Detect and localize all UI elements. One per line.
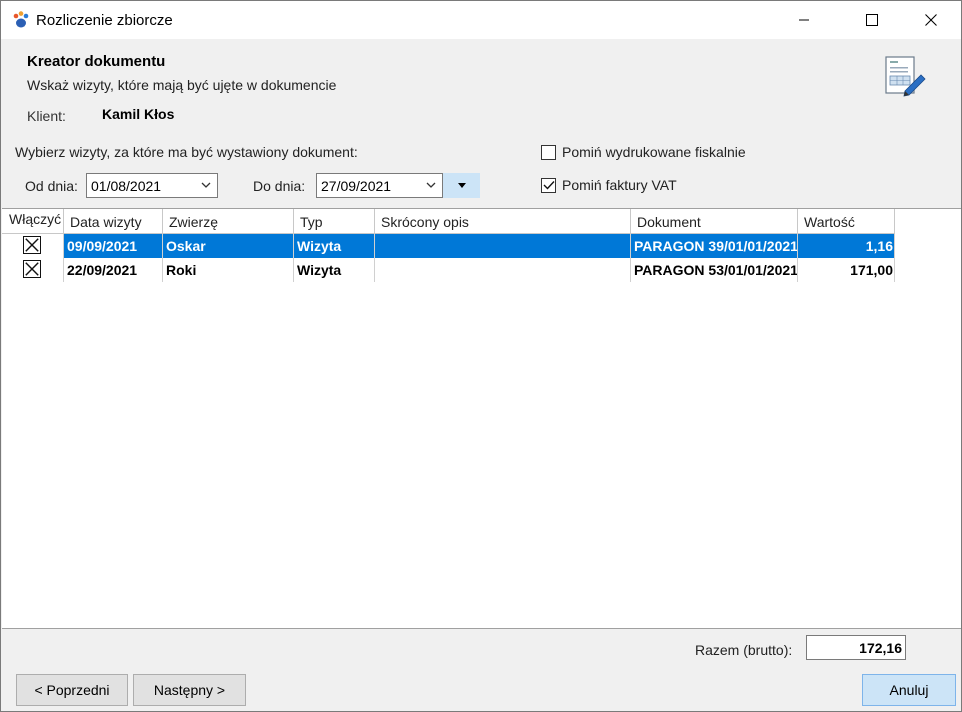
chevron-down-icon[interactable] xyxy=(424,178,438,192)
minimize-icon xyxy=(799,19,809,21)
date-range-dropdown-button[interactable] xyxy=(443,173,480,198)
close-button[interactable] xyxy=(908,1,954,39)
column-type[interactable]: Typ xyxy=(294,209,375,234)
client-label: Klient: xyxy=(27,108,66,124)
checked-x-icon[interactable] xyxy=(23,260,41,278)
visits-grid[interactable]: Włączyć Data wizyty Zwierzę Typ Skrócony… xyxy=(2,208,961,629)
value-cell: 171,00 xyxy=(798,258,895,282)
window-title: Rozliczenie zbiorcze xyxy=(36,12,173,29)
next-button[interactable]: Następny > xyxy=(133,674,246,706)
client-name: Kamil Kłos xyxy=(102,106,175,122)
close-icon xyxy=(925,14,937,26)
skip-fiscal-label: Pomiń wydrukowane fiskalnie xyxy=(562,144,746,160)
animal-cell: Roki xyxy=(163,258,294,282)
visit-date-cell: 09/09/2021 xyxy=(64,234,163,258)
chevron-down-icon[interactable] xyxy=(199,178,213,192)
column-short-description[interactable]: Skrócony opis xyxy=(375,209,631,234)
wizard-subtitle: Wskaż wizyty, które mają być ujęte w dok… xyxy=(27,77,337,93)
column-include[interactable]: Włączyć xyxy=(2,209,64,234)
previous-button[interactable]: < Poprzedni xyxy=(16,674,128,706)
wizard-title: Kreator dokumentu xyxy=(27,53,166,70)
title-bar: Rozliczenie zbiorcze xyxy=(1,1,961,39)
table-row[interactable]: 09/09/2021 Oskar Wizyta PARAGON 39/01/01… xyxy=(2,234,895,258)
column-value[interactable]: Wartość xyxy=(798,209,895,234)
to-date-label: Do dnia: xyxy=(253,178,306,194)
document-cell: PARAGON 53/01/01/2021 xyxy=(631,258,798,282)
value-cell: 1,16 xyxy=(798,234,895,258)
total-value: 172,16 xyxy=(806,635,906,660)
checked-x-icon[interactable] xyxy=(23,236,41,254)
skip-fiscal-checkbox[interactable]: Pomiń wydrukowane fiskalnie xyxy=(541,142,746,162)
checkmark-icon xyxy=(543,181,555,190)
from-date-picker[interactable]: 01/08/2021 xyxy=(86,173,218,198)
column-document[interactable]: Dokument xyxy=(631,209,798,234)
to-date-value: 27/09/2021 xyxy=(321,178,392,194)
maximize-button[interactable] xyxy=(849,1,895,39)
caret-down-icon xyxy=(457,183,466,188)
type-cell: Wizyta xyxy=(294,258,375,282)
table-row[interactable]: 22/09/2021 Roki Wizyta PARAGON 53/01/01/… xyxy=(2,258,895,282)
maximize-icon xyxy=(866,14,878,26)
animal-cell: Oskar xyxy=(163,234,294,258)
visit-date-cell: 22/09/2021 xyxy=(64,258,163,282)
description-cell xyxy=(375,234,631,258)
pick-visits-label: Wybierz wizyty, za które ma być wystawio… xyxy=(15,144,358,160)
skip-vat-checkbox[interactable]: Pomiń faktury VAT xyxy=(541,175,677,195)
total-label: Razem (brutto): xyxy=(695,642,793,658)
paw-icon xyxy=(13,11,29,28)
to-date-picker[interactable]: 27/09/2021 xyxy=(316,173,443,198)
dialog-window: Rozliczenie zbiorcze Kreator dokumentu W… xyxy=(0,0,962,712)
checkbox-checked[interactable] xyxy=(541,177,556,193)
minimize-button[interactable] xyxy=(781,1,827,39)
checkbox-unchecked[interactable] xyxy=(541,144,556,160)
description-cell xyxy=(375,258,631,282)
document-cell: PARAGON 39/01/01/2021 xyxy=(631,234,798,258)
include-cell[interactable] xyxy=(2,234,64,258)
include-cell[interactable] xyxy=(2,258,64,282)
document-edit-icon xyxy=(885,56,926,97)
column-visit-date[interactable]: Data wizyty xyxy=(64,209,163,234)
column-animal[interactable]: Zwierzę xyxy=(163,209,294,234)
from-date-label: Od dnia: xyxy=(25,178,78,194)
cancel-button[interactable]: Anuluj xyxy=(862,674,956,706)
grid-header: Włączyć Data wizyty Zwierzę Typ Skrócony… xyxy=(2,209,895,234)
skip-vat-label: Pomiń faktury VAT xyxy=(562,177,677,193)
from-date-value: 01/08/2021 xyxy=(91,178,162,194)
wizard-header: Kreator dokumentu Wskaż wizyty, które ma… xyxy=(1,39,961,134)
type-cell: Wizyta xyxy=(294,234,375,258)
